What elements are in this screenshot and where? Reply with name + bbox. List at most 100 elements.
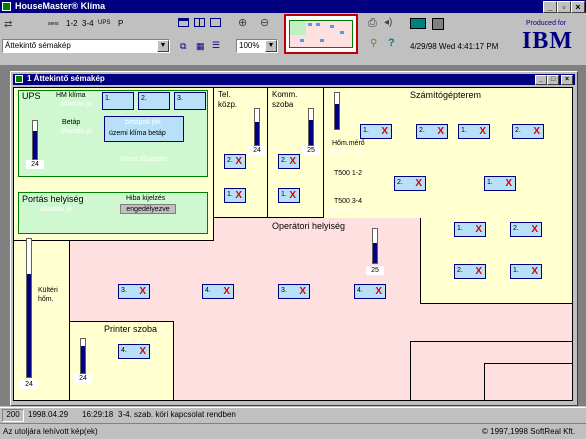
child-title-bar: 1 Áttekintő sémakép _ □ ×: [13, 74, 575, 85]
produced-for-label: Produced for: [526, 20, 567, 27]
help-icon[interactable]: ?: [388, 37, 395, 49]
printer-sensor-4[interactable]: 4. X: [118, 344, 150, 359]
window-icon[interactable]: [178, 18, 189, 27]
szam-sensor-10[interactable]: 1. X: [510, 264, 542, 279]
tile-icon[interactable]: [194, 18, 205, 27]
komm-sensor-2[interactable]: 2. X: [278, 154, 300, 169]
ibm-logo: IBM: [522, 28, 573, 54]
filter-34-button[interactable]: 3-4: [82, 19, 94, 28]
hiba-kijelzes-label: Hiba kijelzés: [126, 195, 166, 202]
portas-status: állomás jó: [40, 206, 72, 213]
tel-sensor-2[interactable]: 2. X: [224, 154, 246, 169]
printer-temp: 24: [74, 374, 92, 383]
szam-sensor-7[interactable]: 1. X: [454, 222, 486, 237]
betap-label: Betáp: [62, 119, 81, 126]
szam-sensor-5[interactable]: 2. X: [394, 176, 426, 191]
komm-temp: 25: [302, 146, 320, 155]
chevron-down-icon[interactable]: ▼: [157, 40, 169, 52]
szam-sensor-3[interactable]: 1. X: [458, 124, 490, 139]
grid-icon[interactable]: ▦: [196, 41, 205, 52]
datetime: 4/29/98 Wed 4:41:17 PM: [410, 42, 499, 51]
minimize-button[interactable]: _: [543, 1, 557, 13]
kulteri-temp: 24: [20, 380, 38, 389]
szam-sensor-2[interactable]: 2. X: [416, 124, 448, 139]
child-minimize-button[interactable]: _: [535, 75, 547, 85]
filter-12-button[interactable]: 1-2: [66, 19, 78, 28]
portas-label: Portás helyiség: [22, 194, 84, 204]
t500-12-label: T500 1-2: [334, 170, 363, 177]
t500-34-label: T500 3-4: [334, 198, 363, 205]
zoom-select-value: 100%: [239, 41, 260, 50]
maximize-button[interactable]: ▫: [557, 1, 571, 13]
ups-sensor-2[interactable]: 2.: [138, 92, 170, 110]
status-bar-top: 200 1998.04.29 16:29:18 3-4. szab. köri …: [0, 407, 586, 423]
tel-thermometer: [254, 108, 260, 146]
mdi-area: 1 Áttekintő sémakép _ □ × UPS HM klíma á…: [0, 66, 586, 406]
oper-sensor-4b[interactable]: 4. X: [354, 284, 386, 299]
filter-p-button[interactable]: P: [118, 19, 123, 28]
minimap[interactable]: [284, 14, 358, 54]
printer-icon[interactable]: ⎙: [368, 17, 377, 30]
cascade-icon[interactable]: [210, 18, 221, 27]
ups-sensor-3[interactable]: 3.: [174, 92, 206, 110]
status-bottom-left: Az utoljára lehívott kép(ek): [3, 427, 98, 436]
computer-icon: [410, 18, 426, 29]
sensors-button[interactable]: sens: [48, 21, 59, 27]
hm-klima-label: HM klíma: [56, 92, 86, 99]
komm-thermometer: [308, 108, 314, 146]
minimap-map: [289, 20, 353, 48]
homero-label: Hőm.mérő: [332, 140, 365, 147]
printer-thermometer: [80, 338, 86, 374]
betap-status: állomás jó: [60, 128, 92, 135]
tel-sensor-1[interactable]: 1. X: [224, 188, 246, 203]
betap-box: betápok jók üzemi klíma betáp: [104, 116, 184, 142]
status-message: 3-4. szab. köri kapcsolat rendben: [118, 410, 236, 419]
zoom-out-icon[interactable]: ⊖: [260, 16, 269, 29]
szamitogepterem-label: Számítógépterem: [410, 90, 482, 100]
szam-sensor-6[interactable]: 1. X: [484, 176, 516, 191]
oper-sensor-3[interactable]: 3. X: [118, 284, 150, 299]
szam-thermometer: [334, 92, 340, 130]
kulteri-area: [14, 241, 70, 400]
status-time: 16:29:18: [82, 410, 114, 419]
close-button[interactable]: ×: [571, 1, 585, 13]
child-maximize-button[interactable]: □: [547, 75, 559, 85]
operatori-label: Operátori helyiség: [272, 221, 346, 231]
t500-34-status: állomás jó: [330, 207, 362, 214]
computer-icon-2: [432, 18, 444, 30]
filter-ups-button[interactable]: UPS: [98, 20, 110, 26]
view-select[interactable]: Áttekintő sémakép ▼: [2, 39, 170, 53]
oper-temp: 25: [366, 266, 384, 275]
tools-icon[interactable]: ⚲: [370, 38, 377, 49]
hiba-kijelzes-value: engedélyezve: [120, 204, 176, 214]
zoom-select[interactable]: 100% ▼: [236, 39, 278, 53]
refresh-icon[interactable]: ⇄: [4, 19, 12, 30]
oper-sensor-4[interactable]: 4. X: [202, 284, 234, 299]
child-icon: [15, 75, 23, 83]
app-title: HouseMaster® Klíma: [15, 1, 106, 11]
zoom-in-icon[interactable]: ⊕: [238, 16, 247, 29]
betapok-jok: betápok jók: [125, 119, 161, 126]
app-icon: [2, 2, 11, 11]
chevron-down-icon[interactable]: ▼: [265, 40, 277, 52]
tel-kozp-label: Tel. közp.: [218, 90, 238, 109]
corridor-box-2: [484, 363, 572, 400]
oper-thermometer: [372, 228, 378, 264]
oper-sensor-3b[interactable]: 3. X: [278, 284, 310, 299]
komm-sensor-1[interactable]: 1. X: [278, 188, 300, 203]
child-window[interactable]: 1 Áttekintő sémakép _ □ × UPS HM klíma á…: [10, 71, 578, 406]
list-icon[interactable]: ☰: [212, 40, 220, 51]
szam-sensor-9[interactable]: 2. X: [454, 264, 486, 279]
status-date: 1998.04.29: [28, 410, 69, 419]
speaker-icon[interactable]: ◂): [384, 17, 392, 28]
ups-sensor-1[interactable]: 1.: [102, 92, 134, 110]
szam-sensor-8[interactable]: 2. X: [510, 222, 542, 237]
copy-icon[interactable]: ⧉: [180, 41, 186, 52]
szam-sensor-1[interactable]: 1. X: [360, 124, 392, 139]
hm-klima-status: állomás jó: [60, 101, 92, 108]
szam-sensor-4[interactable]: 2. X: [512, 124, 544, 139]
floor-plan: UPS HM klíma állomás jó Betáp állomás jó…: [13, 87, 573, 401]
view-select-value: Áttekintő sémakép: [5, 41, 71, 50]
printer-label: Printer szoba: [104, 324, 158, 334]
child-close-button[interactable]: ×: [561, 75, 573, 85]
